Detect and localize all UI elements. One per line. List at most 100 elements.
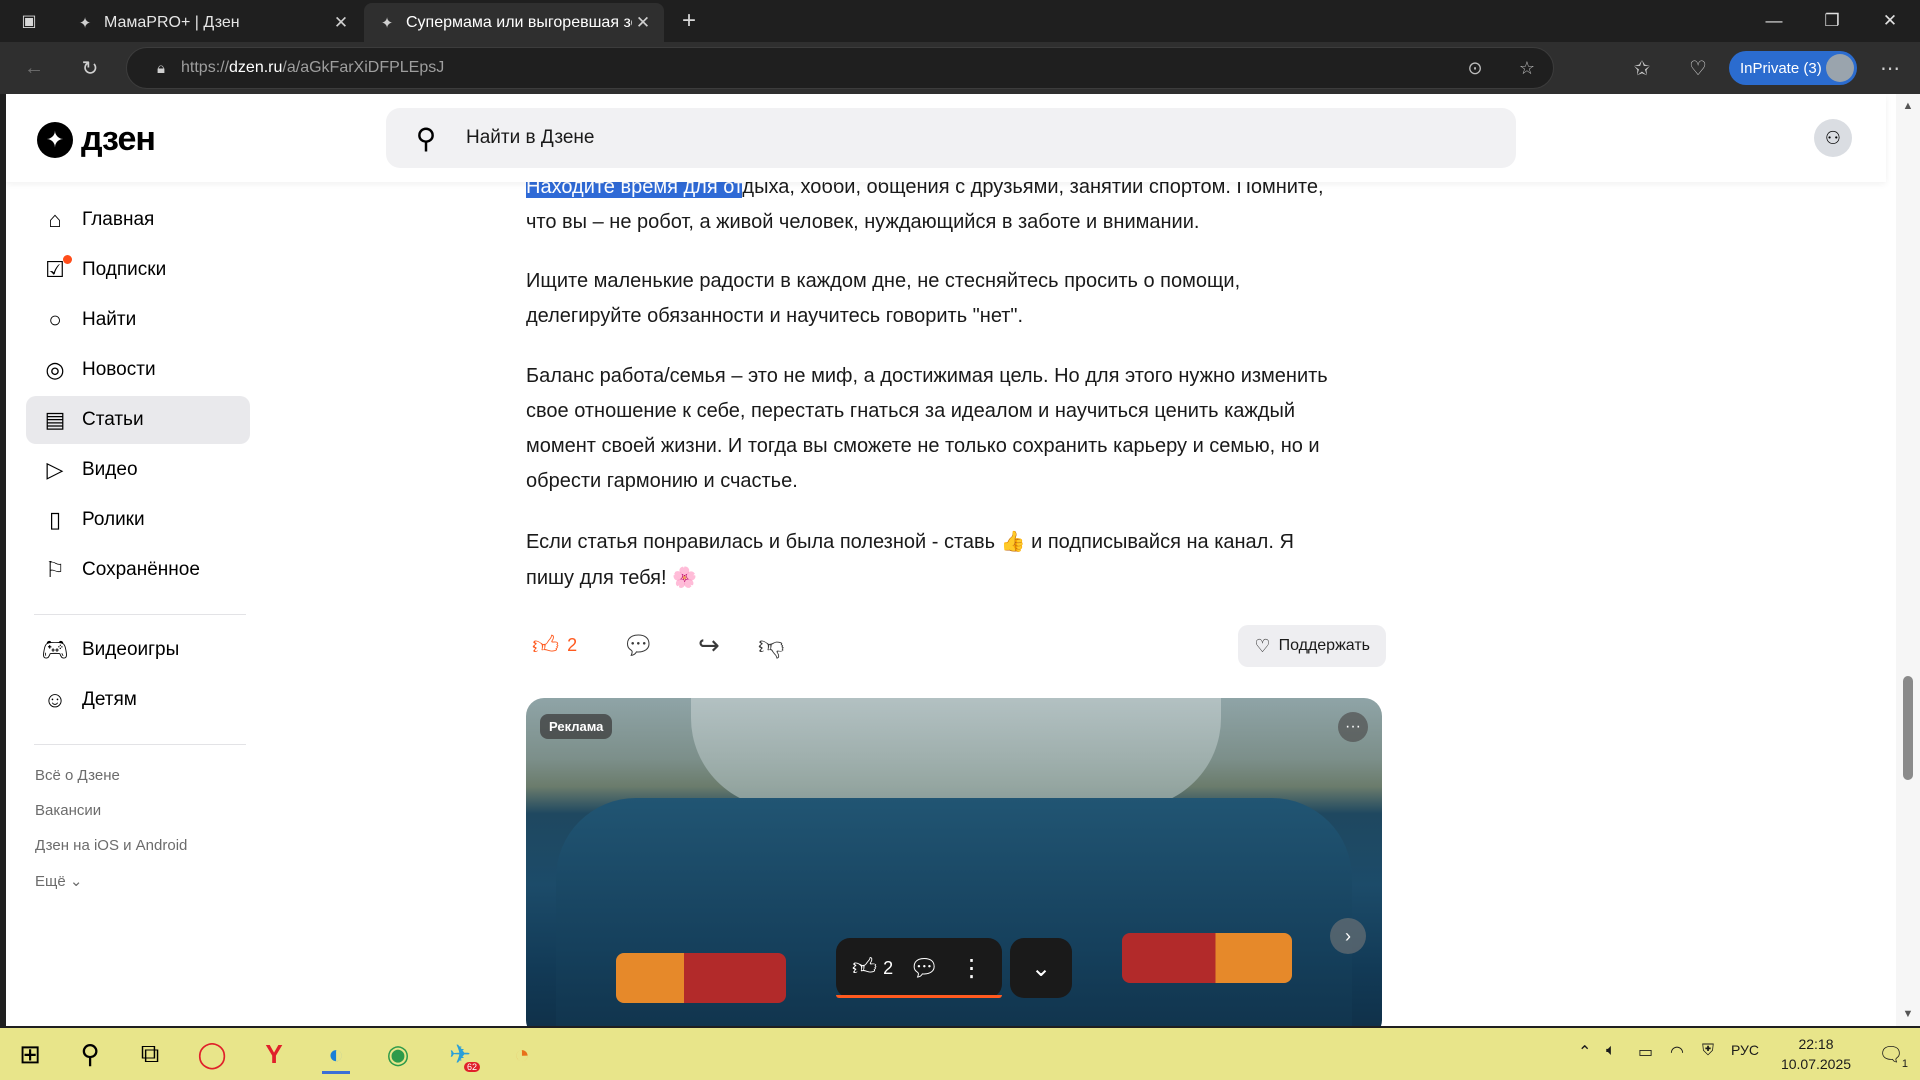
home-icon: ⌂ (48, 207, 62, 232)
floating-comment-button[interactable]: 💬︎ (909, 954, 939, 983)
new-tab-button[interactable]: + (668, 7, 710, 34)
edge-icon[interactable]: ◐ (314, 1034, 358, 1074)
tab-actions-icon[interactable]: ▣ (8, 8, 50, 34)
tab-mamapro[interactable]: ✦ МамаPRO+ | Дзен ✕ (62, 3, 362, 42)
sidebar-item-articles[interactable]: ▤ Статьи (26, 396, 250, 444)
sidebar-item-search[interactable]: ○ Найти (26, 296, 250, 344)
like-count: 2 (883, 957, 894, 978)
inprivate-button[interactable]: InPrivate (3) (1729, 51, 1857, 85)
floating-more-button[interactable]: ⋮ (960, 954, 984, 983)
kids-icon: ☺ (43, 687, 67, 712)
search-input[interactable]: ⚲ Найти в Дзене (386, 108, 1516, 168)
scroll-down-button[interactable]: ⌄ (1010, 938, 1072, 998)
sidebar-divider (34, 744, 246, 745)
notification-center-icon[interactable]: 🗨︎ 1 (1874, 1038, 1908, 1071)
footer-link-jobs[interactable]: Вакансии (35, 802, 101, 819)
wifi-icon[interactable]: ◠ (1670, 1042, 1684, 1062)
dzen-logo-icon: ✦ (37, 121, 73, 158)
like-count: 2 (567, 634, 578, 655)
reader-icon[interactable]: ⊙ (1449, 58, 1501, 79)
like-button[interactable]: 👍︎ 2 (532, 628, 577, 662)
ad-more-button[interactable]: ··· (1338, 712, 1368, 742)
sidebar-item-label: Статьи (82, 409, 144, 430)
search-icon: ⚲ (415, 122, 437, 154)
sidebar-item-label: Новости (82, 359, 156, 380)
search-placeholder: Найти в Дзене (466, 127, 595, 148)
favorite-star-icon[interactable]: ☆ (1501, 58, 1553, 79)
floating-actions: 👍︎ 2 💬︎ ⋮ (836, 938, 1002, 998)
sidebar-item-label: Детям (82, 689, 137, 710)
task-view-icon[interactable]: ⧉ (128, 1034, 172, 1074)
gamepad-icon: 🎮︎ (41, 637, 69, 662)
chrome-icon[interactable]: ◉ (376, 1034, 420, 1074)
address-bar[interactable]: 🔒︎ https://dzen.ru/a/aGkFarXiDFPLEpsJ ⊙ … (126, 47, 1554, 89)
footer-link-about[interactable]: Всё о Дзене (35, 767, 120, 784)
sidebar-item-saved[interactable]: ⚐ Сохранённое (26, 546, 250, 594)
telegram-icon[interactable]: ✈ 62 (438, 1034, 482, 1074)
sidebar-item-label: Сохранённое (82, 559, 200, 580)
sidebar-item-label: Найти (82, 309, 137, 330)
tab-close-icon[interactable]: ✕ (632, 13, 654, 33)
sidebar-item-games[interactable]: 🎮︎ Видеоигры (26, 626, 250, 674)
support-hand-icon: ♡ (1254, 635, 1271, 656)
tray-expand-icon[interactable]: ⌃ (1578, 1042, 1591, 1062)
security-icon[interactable]: ⛨ (1702, 1042, 1714, 1060)
footer-link-apps[interactable]: Дзен на iOS и Android (35, 837, 187, 854)
browser-essentials-icon[interactable]: ♡ (1680, 52, 1716, 84)
sidebar: ⌂ Главная ☑ Подписки ○ Найти ◎ Новости ▤… (6, 182, 266, 1026)
restore-icon[interactable]: ❐ (1804, 0, 1860, 42)
sidebar-item-video[interactable]: ▷ Видео (26, 446, 250, 494)
battery-icon[interactable]: ▭ (1638, 1042, 1653, 1062)
bookmark-icon: ⚐ (45, 557, 65, 582)
sidebar-item-label: Видео (82, 459, 138, 480)
firefox-icon[interactable]: ◔ (500, 1034, 544, 1074)
sidebar-item-label: Главная (82, 209, 155, 230)
logo-text: дзен (81, 120, 156, 158)
scroll-up-icon[interactable]: ▲ (1896, 100, 1920, 112)
sidebar-item-home[interactable]: ⌂ Главная (26, 196, 250, 244)
dislike-button[interactable]: 👎︎ (758, 628, 784, 662)
dzen-favicon-icon: ✦ (380, 14, 394, 32)
sidebar-item-kids[interactable]: ☺ Детям (26, 676, 250, 724)
browser-toolbar: ← ↻ 🔒︎ https://dzen.ru/a/aGkFarXiDFPLEps… (0, 42, 1920, 94)
ad-badge: Реклама (540, 714, 613, 739)
share-button[interactable]: ↪ (698, 628, 720, 662)
scroll-down-icon[interactable]: ▼ (1896, 1008, 1920, 1020)
tab-supermama[interactable]: ✦ Супермама или выгоревшая зо ✕ (364, 3, 664, 42)
comments-button[interactable]: 💬︎ (622, 628, 655, 662)
dzen-favicon-icon: ✦ (78, 14, 92, 32)
yandex-browser-icon[interactable]: Y (252, 1034, 296, 1074)
back-icon[interactable]: ← (16, 52, 52, 84)
favorites-icon[interactable]: ✩ (1624, 52, 1660, 84)
search-icon[interactable]: ⚲ (68, 1034, 112, 1074)
ad-image (691, 698, 1221, 808)
chevron-right-icon[interactable]: › (1330, 918, 1366, 954)
close-window-icon[interactable]: ✕ (1862, 0, 1918, 42)
tab-close-icon[interactable]: ✕ (330, 13, 352, 33)
article-paragraph: Если статья понравилась и была полезной … (526, 529, 1294, 589)
double-chevron-down-icon: ⌄ (1030, 954, 1052, 982)
sidebar-item-subscriptions[interactable]: ☑ Подписки (26, 246, 250, 294)
sidebar-item-news[interactable]: ◎ Новости (26, 346, 250, 394)
settings-more-icon[interactable]: ⋯ (1872, 52, 1908, 84)
scrollbar-thumb[interactable] (1903, 676, 1913, 780)
clock[interactable]: 22:18 10.07.2025 (1771, 1034, 1861, 1074)
minimize-icon[interactable]: — (1746, 0, 1802, 42)
language-indicator[interactable]: РУС (1731, 1042, 1759, 1058)
sidebar-item-shorts[interactable]: ▯ Ролики (26, 496, 250, 544)
opera-icon[interactable]: ◯ (190, 1034, 234, 1074)
footer-link-more[interactable]: Ещё ⌄ (35, 872, 82, 890)
sidebar-item-label: Ролики (82, 509, 145, 530)
notification-dot (63, 255, 72, 264)
floating-like-button[interactable]: 👍︎ 2 (852, 954, 893, 982)
page-scrollbar[interactable]: ▲ ▼ (1896, 94, 1920, 1026)
dzen-logo[interactable]: ✦ дзен (37, 120, 156, 159)
reload-icon[interactable]: ↻ (72, 52, 108, 84)
user-avatar[interactable]: ⚇ (1814, 119, 1852, 157)
windows-start-icon[interactable]: ⊞ (8, 1034, 52, 1074)
thumbs-up-emoji: 👍 (1000, 529, 1026, 553)
support-button[interactable]: ♡ Поддержать (1238, 625, 1386, 667)
notification-count: 1 (1901, 1058, 1908, 1070)
ad-image (1122, 933, 1292, 983)
volume-icon[interactable]: 🔈︎ (1606, 1042, 1616, 1060)
